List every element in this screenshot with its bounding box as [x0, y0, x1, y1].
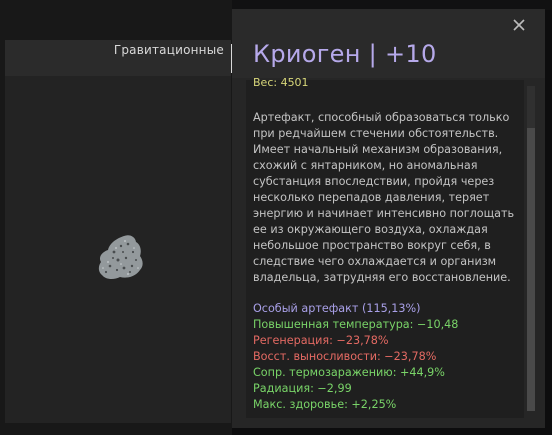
weight-text: Вес: 4501: [253, 78, 309, 88]
stat-special-artifact: Особый артефакт (115,13%): [253, 302, 421, 315]
scrollbar-thumb[interactable]: [527, 128, 535, 411]
stat-stamina-regen: Восст. выносливости: −23,78%: [253, 350, 437, 363]
stat-regeneration: Регенерация: −23,78%: [253, 334, 389, 347]
artifact-cryogen-image: [88, 222, 154, 286]
category-label: Гравитационные: [113, 43, 224, 57]
stat-radiation: Радиация: −2,99: [253, 382, 352, 395]
stat-max-health: Макс. здоровье: +2,25%: [253, 398, 397, 411]
artifact-description: Артефакт, способный образоваться только …: [253, 111, 515, 284]
stat-thermal-resistance: Сопр. термозаражению: +44,9%: [253, 366, 445, 379]
stat-temperature: Повышенная температура: −10,48: [253, 318, 459, 331]
artifact-title: Криоген | +10: [253, 40, 437, 68]
description-scrollbar[interactable]: [527, 86, 535, 411]
close-button[interactable]: [509, 15, 529, 35]
stats-list: Особый артефакт (115,13%) Повышенная тем…: [253, 301, 519, 413]
close-icon: [513, 19, 525, 31]
